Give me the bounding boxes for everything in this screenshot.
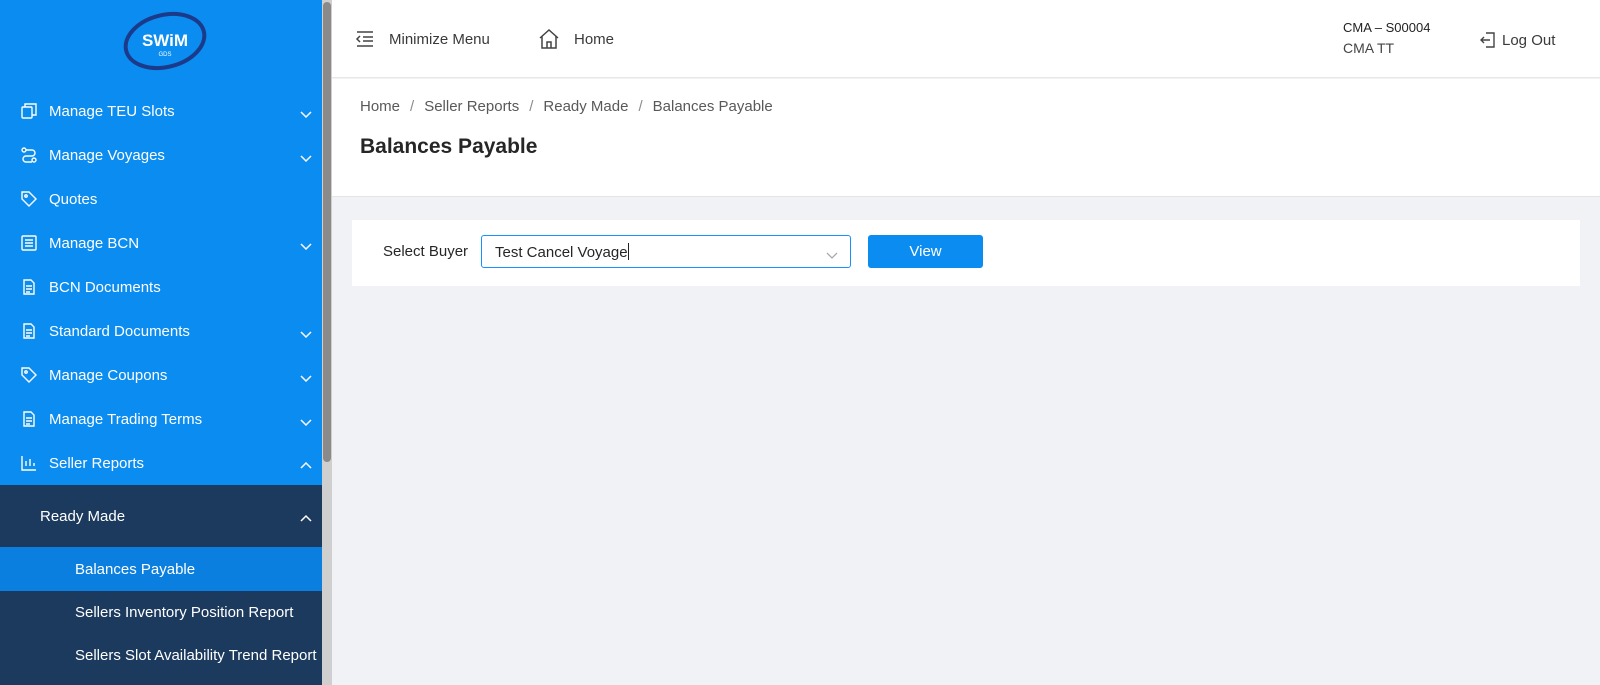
filter-card: Select Buyer Test Cancel Voyage View: [352, 220, 1580, 286]
sidebar-scrollbar-thumb[interactable]: [323, 2, 331, 462]
text-cursor: [627, 243, 629, 260]
chevron-up-icon: [300, 511, 312, 522]
route-icon: [20, 146, 38, 164]
sidebar-item-label: Balances Payable: [75, 560, 196, 578]
select-buyer-label: Select Buyer: [383, 243, 469, 260]
document-icon: [20, 322, 38, 340]
sidebar-item-bcn-documents[interactable]: BCN Documents: [0, 265, 322, 309]
buyer-select-value: Test Cancel Voyage: [495, 243, 629, 261]
chevron-down-icon: [300, 106, 312, 119]
sidebar-item-manage-coupons[interactable]: Manage Coupons: [0, 353, 322, 397]
sidebar-item-label: Ready Made: [40, 507, 126, 525]
top-header: Minimize Menu Home CMA – S00004 CMA TT L…: [332, 0, 1600, 78]
sidebar-item-label: Manage Trading Terms: [49, 410, 203, 428]
user-code: CMA – S00004: [1343, 20, 1431, 35]
sidebar-item-sellers-inventory-position-report[interactable]: Sellers Inventory Position Report: [0, 590, 322, 634]
swim-logo[interactable]: SWiM GDS: [122, 8, 208, 72]
view-button[interactable]: View: [868, 235, 983, 268]
breadcrumb-home[interactable]: Home: [360, 98, 400, 115]
chevron-down-icon: [300, 414, 312, 427]
sidebar-item-label: Seller Reports: [49, 454, 145, 472]
sidebar-menu: SWiM GDS Manage TEU Slots Manage Voyages…: [0, 0, 322, 685]
chevron-down-icon: [300, 238, 312, 251]
logout-label: Log Out: [1502, 31, 1556, 49]
sidebar-item-manage-bcn[interactable]: Manage BCN: [0, 221, 322, 265]
sidebar-item-label: Manage Coupons: [49, 366, 168, 384]
bar-chart-icon: [20, 454, 38, 472]
minimize-menu-button[interactable]: Minimize Menu: [355, 30, 490, 48]
logout-button[interactable]: Log Out: [1480, 31, 1555, 49]
buyer-select[interactable]: Test Cancel Voyage: [481, 235, 851, 268]
sidebar-item-standard-documents[interactable]: Standard Documents: [0, 309, 322, 353]
breadcrumb-separator: /: [410, 98, 415, 115]
chevron-down-icon: [826, 247, 838, 259]
document-icon: [20, 278, 38, 296]
page-header: Home / Seller Reports / Ready Made / Bal…: [332, 79, 1600, 197]
sidebar-item-manage-teu-slots[interactable]: Manage TEU Slots: [0, 89, 322, 133]
chevron-down-icon: [300, 326, 312, 339]
sidebar-item-manage-voyages[interactable]: Manage Voyages: [0, 133, 322, 177]
home-icon: [538, 28, 560, 50]
tag-icon: [20, 190, 38, 208]
sidebar-item-label: Manage Voyages: [49, 146, 165, 164]
sidebar-item-label: Sellers Slot Availability Trend Report: [75, 646, 317, 664]
sidebar: SWiM GDS Manage TEU Slots Manage Voyages…: [0, 0, 332, 685]
chevron-down-icon: [300, 150, 312, 163]
breadcrumb: Home / Seller Reports / Ready Made / Bal…: [360, 98, 773, 115]
breadcrumb-separator: /: [638, 98, 643, 115]
breadcrumb-current: Balances Payable: [652, 98, 773, 115]
breadcrumb-separator: /: [529, 98, 534, 115]
sidebar-item-sellers-slot-availability-trend-report[interactable]: Sellers Slot Availability Trend Report: [0, 633, 322, 677]
minimize-menu-label: Minimize Menu: [389, 30, 490, 48]
logout-icon: [1480, 31, 1496, 49]
sidebar-item-label: Standard Documents: [49, 322, 190, 340]
sidebar-item-quotes[interactable]: Quotes: [0, 177, 322, 221]
page-title: Balances Payable: [360, 135, 538, 158]
menu-fold-icon: [355, 30, 375, 48]
list-icon: [20, 234, 38, 252]
breadcrumb-ready-made[interactable]: Ready Made: [543, 98, 628, 115]
sidebar-item-label: Manage BCN: [49, 234, 140, 252]
sidebar-item-seller-reports[interactable]: Seller Reports: [0, 441, 322, 485]
copy-icon: [20, 102, 38, 120]
sidebar-item-manage-trading-terms[interactable]: Manage Trading Terms: [0, 397, 322, 441]
sidebar-item-balances-payable[interactable]: Balances Payable: [0, 547, 322, 591]
chevron-down-icon: [300, 370, 312, 383]
sidebar-item-label: BCN Documents: [49, 278, 161, 296]
home-link[interactable]: Home: [538, 28, 614, 50]
sidebar-item-label: Sellers Inventory Position Report: [75, 603, 294, 621]
tag-icon: [20, 366, 38, 384]
svg-text:SWiM: SWiM: [142, 31, 188, 50]
sidebar-item-label: Manage TEU Slots: [49, 102, 175, 120]
chevron-up-icon: [300, 458, 312, 469]
user-name: CMA TT: [1343, 40, 1395, 56]
breadcrumb-seller-reports[interactable]: Seller Reports: [424, 98, 519, 115]
sidebar-item-label: Quotes: [49, 190, 98, 208]
document-icon: [20, 410, 38, 428]
svg-text:GDS: GDS: [158, 52, 171, 58]
sidebar-item-ready-made[interactable]: Ready Made: [0, 494, 322, 538]
home-label: Home: [574, 30, 615, 48]
